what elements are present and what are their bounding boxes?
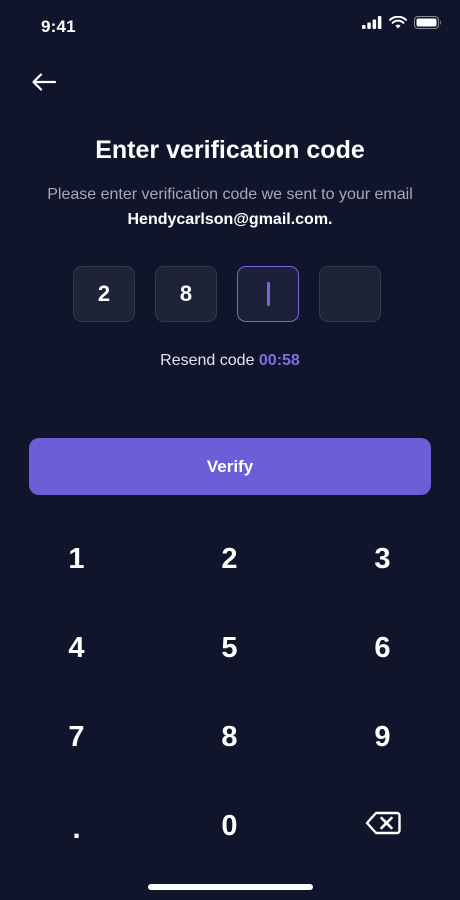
key-5[interactable]: 5 [153,604,306,693]
backspace-icon [365,810,401,843]
key-decimal[interactable]: . [0,782,153,871]
numeric-keypad: 1 2 3 4 5 6 7 8 9 . 0 [0,515,460,871]
email-address: Hendycarlson@gmail.com. [127,211,333,228]
verify-button[interactable]: Verify [29,438,431,495]
otp-digit-1[interactable]: 2 [73,266,135,322]
back-button[interactable] [26,66,62,102]
instruction-text: Please enter verification code we sent t… [30,182,430,232]
resend-code-label: Resend code [160,352,259,369]
key-7[interactable]: 7 [0,693,153,782]
wifi-icon [389,15,407,34]
home-indicator [148,884,313,890]
key-3[interactable]: 3 [306,515,459,604]
resend-code[interactable]: Resend code 00:58 [0,352,460,370]
otp-digit-2[interactable]: 8 [155,266,217,322]
cellular-signal-icon [362,16,382,34]
status-bar: 9:41 [0,0,460,52]
key-9[interactable]: 9 [306,693,459,782]
battery-icon [414,16,442,34]
otp-digit-3[interactable] [237,266,299,322]
resend-timer: 00:58 [258,352,300,369]
instruction-prefix: Please enter verification code we sent t… [47,186,413,203]
key-2[interactable]: 2 [153,515,306,604]
status-icons [362,15,442,34]
key-1[interactable]: 1 [0,515,153,604]
key-backspace[interactable] [306,782,459,871]
key-4[interactable]: 4 [0,604,153,693]
key-8[interactable]: 8 [153,693,306,782]
arrow-left-icon [31,72,57,97]
page-title: Enter verification code [95,136,365,164]
text-cursor [266,282,270,306]
status-time: 9:41 [41,17,76,36]
otp-input-group: 2 8 [73,266,381,322]
key-0[interactable]: 0 [153,782,306,871]
otp-digit-4[interactable] [319,266,381,322]
key-6[interactable]: 6 [306,604,459,693]
